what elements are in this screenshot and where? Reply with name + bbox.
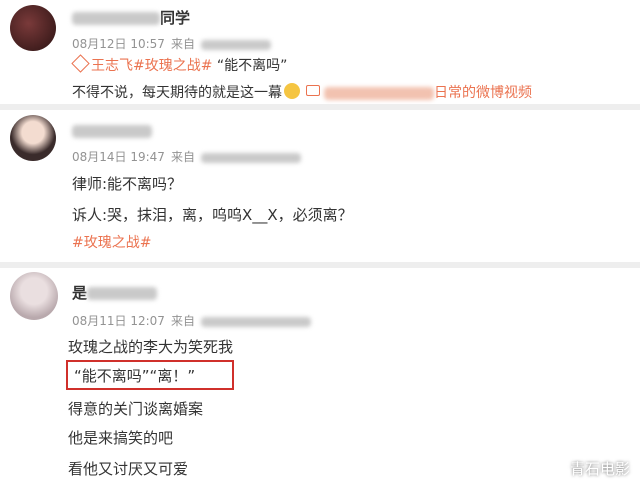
post-meta: 08月11日 12:07 来自 — [72, 312, 317, 329]
video-link[interactable]: 日常的微博视频 — [434, 85, 532, 101]
comment-body: 不得不说，每天期待的就是这一幕 日常的微博视频 — [72, 82, 532, 102]
comment-3: 是 08月11日 12:07 来自 玫瑰之战的李大为笑死我 “能不离吗”“离！” … — [0, 268, 640, 487]
topic-show[interactable]: #玫瑰之战# — [133, 58, 212, 74]
avatar[interactable] — [10, 5, 56, 51]
avatar[interactable] — [10, 115, 56, 161]
source-label: 来自 — [170, 314, 195, 328]
post-date: 08月11日 12:07 — [72, 314, 165, 328]
source-label: 来自 — [170, 150, 195, 164]
comment-line-1: 律师:能不离吗？ — [72, 175, 183, 193]
username[interactable]: 是 — [72, 282, 158, 303]
comment-line-1: 玫瑰之战的李大为笑死我 — [68, 338, 234, 356]
comment-line-2: 诉人:哭，抹泪，离，呜呜X__X，必须离？ — [72, 206, 353, 224]
topic-actor[interactable]: 王志飞 — [91, 58, 133, 74]
username-visible: 是 — [72, 284, 88, 302]
hashtag[interactable]: #玫瑰之战# — [72, 232, 151, 252]
topic-icon — [71, 54, 90, 73]
username[interactable] — [72, 122, 152, 140]
topic-line: 王志飞#玫瑰之战# “能不离吗” — [71, 54, 288, 75]
post-date: 08月12日 10:57 — [72, 37, 165, 51]
comment-line-4: 他是来搞笑的吧 — [68, 429, 174, 447]
comment-1: 同学 08月12日 10:57 来自 王志飞#玫瑰之战# “能不离吗” 不得不说，… — [0, 0, 640, 102]
comment-text: 不得不说，每天期待的就是这一幕 — [72, 85, 282, 101]
avatar[interactable] — [10, 272, 58, 320]
post-meta: 08月12日 10:57 来自 — [72, 35, 277, 52]
watermark: 青石电影 — [569, 460, 630, 478]
comment-line-3: 得意的关门谈离婚案 — [68, 400, 204, 418]
username-visible: 同学 — [160, 9, 191, 27]
source-label: 来自 — [170, 37, 195, 51]
topic-quote: “能不离吗” — [216, 58, 288, 74]
post-meta: 08月14日 19:47 来自 — [72, 148, 307, 165]
comment-line-5: 看他又讨厌又可爱 — [68, 460, 189, 478]
emoji-icon — [284, 83, 300, 99]
comment-line-2: “能不离吗”“离！” — [74, 367, 196, 385]
video-icon — [306, 85, 320, 96]
post-date: 08月14日 19:47 — [72, 150, 165, 164]
comment-2: 08月14日 19:47 来自 律师:能不离吗？ 诉人:哭，抹泪，离，呜呜X__X… — [0, 110, 640, 260]
username[interactable]: 同学 — [72, 7, 190, 28]
